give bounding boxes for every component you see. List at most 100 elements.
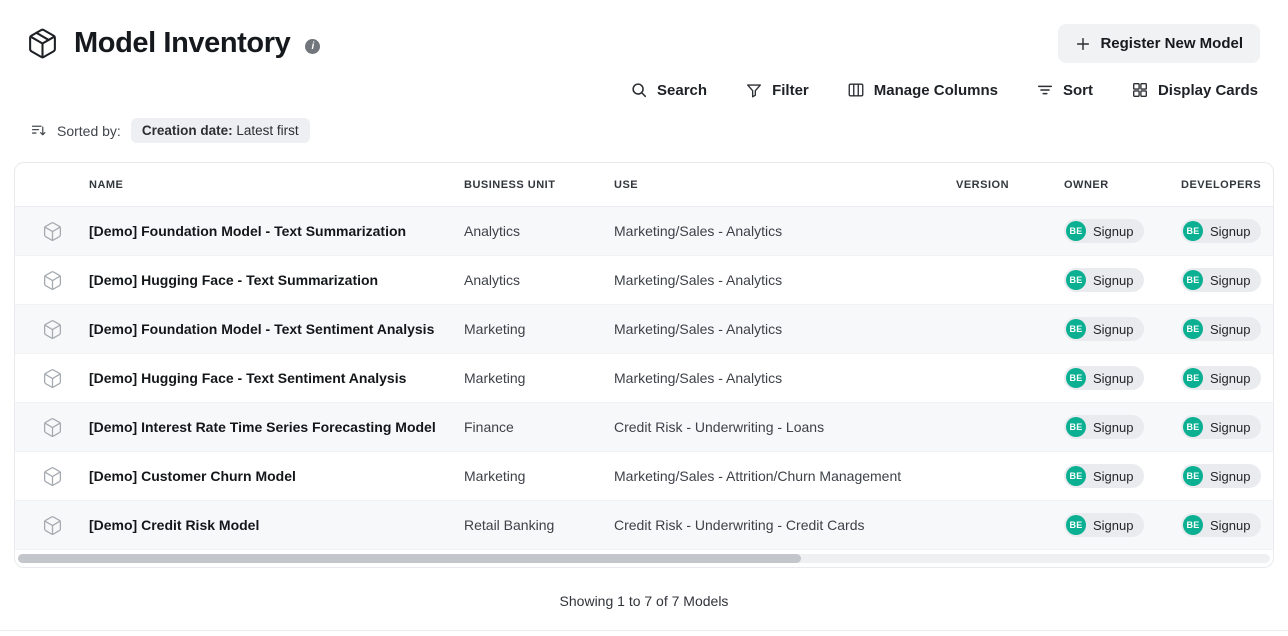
model-name[interactable]: [Demo] Hugging Face - Text Summarization xyxy=(89,272,464,288)
developer-avatar: BE xyxy=(1183,319,1203,339)
page-header: Model Inventory i Register New Model xyxy=(0,0,1288,63)
model-name[interactable]: [Demo] Foundation Model - Text Sentiment… xyxy=(89,321,464,337)
register-new-model-button[interactable]: Register New Model xyxy=(1058,24,1260,63)
model-name[interactable]: [Demo] Interest Rate Time Series Forecas… xyxy=(89,419,464,435)
owner-name: Signup xyxy=(1093,469,1133,484)
developer-badge[interactable]: BE Signup xyxy=(1181,317,1261,341)
table-row[interactable]: [Demo] Hugging Face - Text Sentiment Ana… xyxy=(15,354,1273,403)
owner-avatar: BE xyxy=(1066,319,1086,339)
sort-value: Latest first xyxy=(236,123,298,138)
sort-key: Creation date: xyxy=(142,123,233,138)
model-use: Credit Risk - Underwriting - Loans xyxy=(614,419,956,435)
model-use: Credit Risk - Underwriting - Credit Card… xyxy=(614,517,956,533)
info-icon[interactable]: i xyxy=(305,39,320,54)
manage-columns-label: Manage Columns xyxy=(874,82,998,99)
model-cube-icon xyxy=(15,368,89,389)
owner-badge[interactable]: BE Signup xyxy=(1064,513,1144,537)
owner-name: Signup xyxy=(1093,420,1133,435)
model-name[interactable]: [Demo] Customer Churn Model xyxy=(89,468,464,484)
model-business-unit: Marketing xyxy=(464,370,614,386)
developer-badge[interactable]: BE Signup xyxy=(1181,464,1261,488)
model-use: Marketing/Sales - Analytics xyxy=(614,370,956,386)
model-cube-icon xyxy=(15,221,89,242)
owner-badge[interactable]: BE Signup xyxy=(1064,366,1144,390)
model-name[interactable]: [Demo] Foundation Model - Text Summariza… xyxy=(89,223,464,239)
owner-badge[interactable]: BE Signup xyxy=(1064,219,1144,243)
table-row[interactable]: [Demo] Credit Risk Model Retail Banking … xyxy=(15,501,1273,550)
model-business-unit: Retail Banking xyxy=(464,517,614,533)
owner-cell: BE Signup xyxy=(1064,366,1181,390)
column-header-developers: DEVELOPERS xyxy=(1181,179,1273,191)
table-header-row: NAME BUSINESS UNIT USE VERSION OWNER DEV… xyxy=(15,163,1273,207)
manage-columns-button[interactable]: Manage Columns xyxy=(847,77,998,103)
owner-avatar: BE xyxy=(1066,515,1086,535)
developers-cell: BE Signup xyxy=(1181,219,1273,243)
table-row[interactable]: [Demo] Foundation Model - Text Sentiment… xyxy=(15,305,1273,354)
filter-label: Filter xyxy=(772,82,809,99)
developers-cell: BE Signup xyxy=(1181,415,1273,439)
developer-badge[interactable]: BE Signup xyxy=(1181,268,1261,292)
developer-badge[interactable]: BE Signup xyxy=(1181,219,1261,243)
column-header-name: NAME xyxy=(89,179,464,191)
developer-badge[interactable]: BE Signup xyxy=(1181,513,1261,537)
owner-avatar: BE xyxy=(1066,417,1086,437)
developer-name: Signup xyxy=(1210,518,1250,533)
table-row[interactable]: [Demo] Customer Churn Model Marketing Ma… xyxy=(15,452,1273,501)
bottom-divider xyxy=(0,630,1288,631)
search-icon xyxy=(630,81,648,99)
table-body: [Demo] Foundation Model - Text Summariza… xyxy=(15,207,1273,550)
model-cube-icon xyxy=(15,417,89,438)
owner-avatar: BE xyxy=(1066,368,1086,388)
table-row[interactable]: [Demo] Hugging Face - Text Summarization… xyxy=(15,256,1273,305)
developer-avatar: BE xyxy=(1183,515,1203,535)
horizontal-scrollbar-thumb[interactable] xyxy=(18,554,801,563)
owner-badge[interactable]: BE Signup xyxy=(1064,415,1144,439)
owner-name: Signup xyxy=(1093,322,1133,337)
owner-badge[interactable]: BE Signup xyxy=(1064,317,1144,341)
developers-cell: BE Signup xyxy=(1181,317,1273,341)
model-use: Marketing/Sales - Analytics xyxy=(614,272,956,288)
owner-name: Signup xyxy=(1093,273,1133,288)
owner-cell: BE Signup xyxy=(1064,513,1181,537)
developer-badge[interactable]: BE Signup xyxy=(1181,366,1261,390)
table-row[interactable]: [Demo] Foundation Model - Text Summariza… xyxy=(15,207,1273,256)
developer-badge[interactable]: BE Signup xyxy=(1181,415,1261,439)
sorted-by-bar: Sorted by: Creation date: Latest first xyxy=(0,118,1288,143)
developer-avatar: BE xyxy=(1183,368,1203,388)
owner-badge[interactable]: BE Signup xyxy=(1064,268,1144,292)
developers-cell: BE Signup xyxy=(1181,366,1273,390)
developer-name: Signup xyxy=(1210,273,1250,288)
developer-avatar: BE xyxy=(1183,270,1203,290)
column-header-business-unit: BUSINESS UNIT xyxy=(464,179,614,191)
developer-name: Signup xyxy=(1210,224,1250,239)
search-button[interactable]: Search xyxy=(630,77,707,103)
sort-criteria-badge[interactable]: Creation date: Latest first xyxy=(131,118,310,143)
table-row[interactable]: [Demo] Interest Rate Time Series Forecas… xyxy=(15,403,1273,452)
model-business-unit: Marketing xyxy=(464,468,614,484)
developers-cell: BE Signup xyxy=(1181,464,1273,488)
owner-avatar: BE xyxy=(1066,221,1086,241)
filter-button[interactable]: Filter xyxy=(745,77,809,103)
owner-badge[interactable]: BE Signup xyxy=(1064,464,1144,488)
table-toolbar: Search Filter Manage Columns Sort Displa… xyxy=(0,77,1288,103)
sort-lines-icon xyxy=(1036,81,1054,99)
column-header-owner: OWNER xyxy=(1064,179,1181,191)
model-cube-icon xyxy=(15,270,89,291)
plus-icon xyxy=(1075,36,1091,52)
model-business-unit: Analytics xyxy=(464,272,614,288)
model-name[interactable]: [Demo] Hugging Face - Text Sentiment Ana… xyxy=(89,370,464,386)
model-name[interactable]: [Demo] Credit Risk Model xyxy=(89,517,464,533)
owner-cell: BE Signup xyxy=(1064,317,1181,341)
display-cards-button[interactable]: Display Cards xyxy=(1131,77,1258,103)
horizontal-scrollbar-track[interactable] xyxy=(18,554,1270,563)
column-header-use: USE xyxy=(614,179,956,191)
model-use: Marketing/Sales - Analytics xyxy=(614,321,956,337)
cards-grid-icon xyxy=(1131,81,1149,99)
app-logo-cube-icon xyxy=(26,27,59,60)
model-use: Marketing/Sales - Analytics xyxy=(614,223,956,239)
column-header-version: VERSION xyxy=(956,179,1064,191)
pagination-summary: Showing 1 to 7 of 7 Models xyxy=(0,593,1288,609)
filter-funnel-icon xyxy=(745,81,763,99)
sort-button[interactable]: Sort xyxy=(1036,77,1093,103)
sorted-by-icon xyxy=(30,122,47,139)
